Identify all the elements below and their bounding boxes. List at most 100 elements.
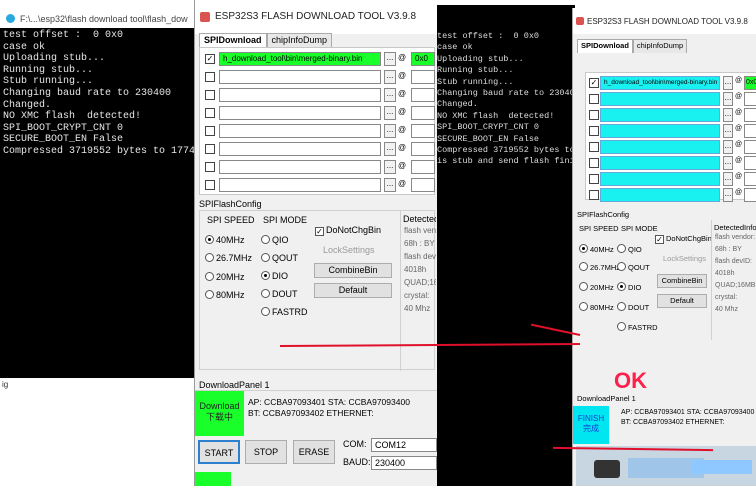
tab-spi-download-2[interactable]: SPIDownload — [577, 39, 633, 53]
file-checkbox[interactable]: ✓ — [205, 54, 215, 64]
browse-button[interactable]: ... — [723, 156, 733, 170]
browse-button[interactable]: ... — [384, 70, 396, 84]
mode-radio-dio[interactable]: DIO — [261, 271, 288, 281]
default-button[interactable]: Default — [314, 283, 392, 298]
address-input[interactable] — [411, 70, 435, 84]
speed-radio-20mhz-2[interactable]: 20MHz — [579, 282, 614, 292]
mode-radio-dout[interactable]: DOUT — [261, 289, 298, 299]
speed-radio-80mhz[interactable]: 80MHz — [205, 290, 245, 300]
address-input[interactable]: 0x0 — [744, 76, 756, 90]
mode-radio-fastrd[interactable]: FASTRD — [261, 307, 308, 317]
file-checkbox[interactable] — [205, 72, 215, 82]
file-checkbox[interactable] — [205, 108, 215, 118]
address-input[interactable] — [744, 124, 756, 138]
file-checkbox[interactable] — [589, 126, 599, 136]
file-path-input[interactable] — [600, 92, 720, 106]
do-not-chg-bin-checkbox-2[interactable]: ✓ DoNotChgBin — [655, 234, 712, 244]
file-path-input[interactable] — [219, 124, 381, 138]
file-path-input[interactable]: h_download_tool\bin\merged-binary.bin — [600, 76, 720, 90]
mode-radio-qio-2[interactable]: QIO — [617, 244, 642, 254]
combine-bin-button[interactable]: CombineBin — [314, 263, 392, 278]
address-input[interactable] — [744, 92, 756, 106]
address-input[interactable] — [744, 156, 756, 170]
file-path-input[interactable] — [600, 156, 720, 170]
browse-button[interactable]: ... — [723, 140, 733, 154]
browse-button[interactable]: ... — [723, 108, 733, 122]
browse-button[interactable]: ... — [723, 188, 733, 202]
file-path-input[interactable] — [219, 106, 381, 120]
browse-button[interactable]: ... — [723, 76, 733, 90]
file-path-input[interactable] — [600, 124, 720, 138]
mode-radio-qout-2[interactable]: QOUT — [617, 262, 650, 272]
file-checkbox[interactable] — [205, 90, 215, 100]
radio-selected-icon — [261, 271, 270, 280]
address-input[interactable] — [411, 142, 435, 156]
speed-radio-26mhz[interactable]: 26.7MHz — [205, 253, 252, 263]
file-path-input[interactable] — [600, 140, 720, 154]
lock-settings-checkbox[interactable]: LockSettings — [323, 245, 375, 255]
tab-spi-download[interactable]: SPIDownload — [199, 33, 267, 47]
file-checkbox[interactable] — [589, 94, 599, 104]
mode-radio-qio[interactable]: QIO — [261, 235, 289, 245]
file-checkbox[interactable] — [589, 174, 599, 184]
file-checkbox[interactable] — [205, 162, 215, 172]
do-not-chg-bin-checkbox[interactable]: ✓ DoNotChgBin — [315, 225, 381, 236]
file-checkbox[interactable] — [205, 126, 215, 136]
com-port-select[interactable]: COM12 — [371, 438, 437, 452]
speed-radio-40mhz-2[interactable]: 40MHz — [579, 244, 614, 254]
file-path-input[interactable] — [600, 172, 720, 186]
file-checkbox[interactable] — [589, 190, 599, 200]
mode-radio-qout[interactable]: QOUT — [261, 253, 298, 263]
address-input[interactable] — [411, 88, 435, 102]
browse-button[interactable]: ... — [384, 106, 396, 120]
address-input[interactable] — [744, 172, 756, 186]
file-path-input[interactable] — [219, 142, 381, 156]
address-input[interactable] — [744, 108, 756, 122]
speed-radio-26mhz-2[interactable]: 26.7MHz — [579, 262, 620, 272]
file-checkbox[interactable] — [205, 144, 215, 154]
browse-button[interactable]: ... — [384, 142, 396, 156]
file-path-input[interactable] — [600, 188, 720, 202]
stop-button[interactable]: STOP — [245, 440, 287, 464]
file-path-input[interactable]: h_download_tool\bin\merged-binary.bin — [219, 52, 381, 66]
speed-radio-40mhz[interactable]: 40MHz — [205, 235, 245, 245]
mode-radio-fastrd-2[interactable]: FASTRD — [617, 322, 658, 332]
address-input[interactable]: 0x0 — [411, 52, 435, 66]
lock-settings-checkbox-2[interactable]: LockSettings — [663, 254, 706, 263]
mode-radio-dio-2[interactable]: DIO — [617, 282, 641, 292]
browse-button[interactable]: ... — [723, 172, 733, 186]
default-button-2[interactable]: Default — [657, 294, 707, 308]
combine-bin-button-2[interactable]: CombineBin — [657, 274, 707, 288]
mode-radio-dout-2[interactable]: DOUT — [617, 302, 649, 312]
speed-radio-80mhz-2[interactable]: 80MHz — [579, 302, 614, 312]
speed-radio-20mhz[interactable]: 20MHz — [205, 272, 245, 282]
address-input[interactable] — [744, 188, 756, 202]
file-checkbox[interactable] — [205, 180, 215, 190]
file-checkbox[interactable] — [589, 110, 599, 120]
address-input[interactable] — [411, 178, 435, 192]
address-input[interactable] — [411, 106, 435, 120]
erase-button[interactable]: ERASE — [293, 440, 335, 464]
address-input[interactable] — [411, 160, 435, 174]
browse-button[interactable]: ... — [384, 160, 396, 174]
file-path-input[interactable] — [600, 108, 720, 122]
browse-button[interactable]: ... — [384, 178, 396, 192]
baud-rate-select[interactable]: 230400 — [371, 456, 437, 470]
address-input[interactable] — [744, 140, 756, 154]
browse-button[interactable]: ... — [384, 124, 396, 138]
file-path-input[interactable] — [219, 178, 381, 192]
start-button[interactable]: START — [198, 440, 240, 464]
browse-button[interactable]: ... — [384, 88, 396, 102]
file-path-input[interactable] — [219, 88, 381, 102]
browse-button[interactable]: ... — [384, 52, 396, 66]
address-input[interactable] — [411, 124, 435, 138]
file-checkbox[interactable] — [589, 158, 599, 168]
file-path-input[interactable] — [219, 160, 381, 174]
browse-button[interactable]: ... — [723, 124, 733, 138]
tab-chip-info-dump[interactable]: chipInfoDump — [266, 33, 333, 47]
file-path-input[interactable] — [219, 70, 381, 84]
tab-chip-info-dump-2[interactable]: chipInfoDump — [632, 39, 688, 53]
browse-button[interactable]: ... — [723, 92, 733, 106]
file-checkbox[interactable]: ✓ — [589, 78, 599, 88]
file-checkbox[interactable] — [589, 142, 599, 152]
